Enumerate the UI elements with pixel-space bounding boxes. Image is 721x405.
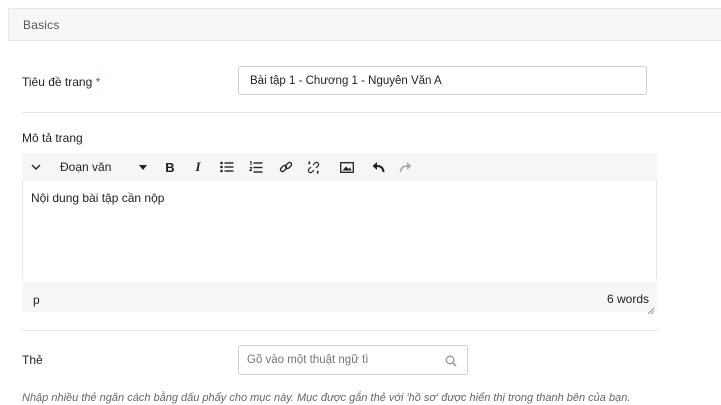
link-icon[interactable] bbox=[277, 153, 295, 181]
format-select[interactable]: Đoạn văn bbox=[60, 153, 111, 181]
editor-content-area[interactable]: Nội dung bài tập cần nộp bbox=[22, 181, 657, 279]
bold-icon[interactable]: B bbox=[162, 153, 178, 181]
chevron-down-icon[interactable] bbox=[28, 153, 44, 181]
tags-help-text: Nhập nhiều thẻ ngăn cách bằng dấu phẩy c… bbox=[22, 392, 631, 404]
section-title: Basics bbox=[23, 18, 60, 32]
redo-icon[interactable] bbox=[396, 153, 414, 181]
divider bbox=[22, 330, 657, 331]
format-select-label: Đoạn văn bbox=[60, 160, 112, 174]
italic-icon[interactable]: I bbox=[190, 153, 206, 181]
description-label: Mô tả trang bbox=[22, 131, 83, 145]
editor-toolbar: Đoạn văn B I bbox=[22, 153, 657, 181]
required-marker: * bbox=[95, 75, 101, 89]
image-icon[interactable] bbox=[338, 153, 356, 181]
numbered-list-icon[interactable] bbox=[247, 153, 265, 181]
search-icon bbox=[445, 354, 457, 372]
page-title-label: Tiêu đề trang * bbox=[22, 75, 101, 89]
word-count: 6 words bbox=[606, 292, 649, 306]
page-title-input[interactable] bbox=[238, 66, 647, 95]
editor-text: Nội dung bài tập cần nộp bbox=[31, 191, 165, 205]
editor-statusbar: p 6 words bbox=[22, 282, 657, 315]
undo-icon[interactable] bbox=[369, 153, 387, 181]
caret-down-icon[interactable] bbox=[137, 153, 149, 181]
section-header: Basics bbox=[8, 8, 721, 41]
element-path[interactable]: p bbox=[33, 293, 40, 307]
tags-label: Thẻ bbox=[22, 353, 43, 367]
resize-handle-icon[interactable] bbox=[647, 302, 655, 315]
unlink-icon[interactable] bbox=[304, 153, 322, 181]
tags-placeholder: Gõ vào một thuật ngữ tì bbox=[247, 354, 369, 366]
bullet-list-icon[interactable] bbox=[218, 153, 236, 181]
tags-input[interactable]: Gõ vào một thuật ngữ tì bbox=[238, 345, 468, 375]
divider bbox=[22, 112, 721, 113]
